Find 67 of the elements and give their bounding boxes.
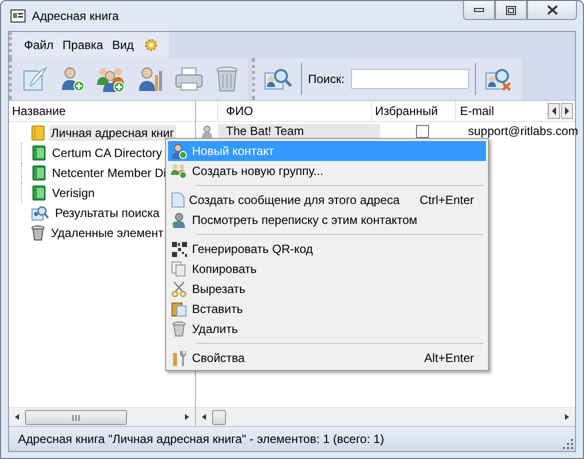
scrollbar-thumb[interactable] [212,410,226,425]
grip-icon [72,414,80,420]
column-header[interactable]: ФИО [218,101,372,121]
scrollbar-thumb[interactable] [25,410,127,425]
tree-item[interactable]: Verisign [50,185,97,201]
person-icon [171,212,187,228]
menu-item[interactable]: Вид [112,38,134,52]
tree-item[interactable]: Certum CA Directory [50,145,164,161]
scroll-left-icon[interactable] [200,413,208,421]
window-title: Адресная книга [32,9,119,23]
book-icon [32,185,46,201]
restore-icon [506,6,516,14]
scroll-right-button[interactable] [561,103,573,119]
menu-item[interactable]: Вставить [168,299,486,319]
menu-item[interactable]: Правка [62,38,104,52]
person-icon [201,124,213,138]
trash-icon [31,225,45,241]
menu-item[interactable]: Генерировать QR-код [168,239,486,259]
add-group-icon [171,163,187,179]
menu-item[interactable]: Свойства Alt+Enter [168,348,486,368]
paste-icon [171,301,187,317]
book-icon [32,165,46,181]
shortcut-text: Ctrl+Enter [418,193,475,207]
maximize-button[interactable] [495,1,527,20]
search-field[interactable] [350,69,469,89]
contact-search-icon [31,205,49,221]
menu-item[interactable]: Создать сообщение для этого адреса Ctrl+Enter [168,190,486,210]
menu-item[interactable]: Посмотреть переписку с этим контактом [168,210,486,230]
book-icon [32,145,46,161]
tree-item[interactable]: Удаленные элемент [49,225,166,241]
tree-item[interactable]: Личная адресная книг [49,125,176,141]
menu-item[interactable]: Вырезать [168,279,486,299]
document-icon [170,192,185,208]
close-icon [546,5,558,15]
address-book-icon [10,9,26,23]
scissors-icon [171,281,187,297]
left-arrow-icon [551,107,557,115]
resize-grip-icon[interactable] [563,439,573,449]
trash-icon [172,321,186,337]
tools-icon [172,350,186,366]
right-arrow-icon [564,107,570,115]
menu-item[interactable]: Удалить [168,319,486,339]
gear-icon[interactable] [142,37,159,53]
book-icon [31,125,45,141]
minimize-button[interactable] [463,1,495,20]
column-header[interactable]: Название [9,101,66,121]
scroll-right-icon[interactable] [563,413,571,421]
favorite-checkbox[interactable] [416,124,428,138]
status-text: Адресная книга "Личная адресная книга" - элементов: 1 (всего: 1) [18,432,384,446]
column-header[interactable]: Избранный [372,101,456,121]
table-cell: The Bat! Team [218,124,380,138]
copy-icon [171,261,187,277]
menu-item[interactable]: Файл [24,38,54,52]
search-label: Поиск: [308,72,345,86]
table-cell-text: support@ritlabs.com [467,124,578,138]
scroll-left-icon[interactable] [13,413,21,421]
scroll-left-button[interactable] [548,103,560,119]
scroll-right-icon[interactable] [183,413,191,421]
tree-item[interactable]: Результаты поиска [53,205,162,221]
tree-item[interactable]: Netcenter Member Di [50,165,168,181]
shortcut-text: Alt+Enter [423,351,475,365]
add-person-icon [171,143,187,159]
menu-item[interactable]: Создать новую группу... [168,161,486,181]
qr-code-icon [172,242,186,256]
minimize-icon [474,7,484,13]
close-button[interactable] [527,1,577,20]
menu-item[interactable]: Копировать [168,259,486,279]
